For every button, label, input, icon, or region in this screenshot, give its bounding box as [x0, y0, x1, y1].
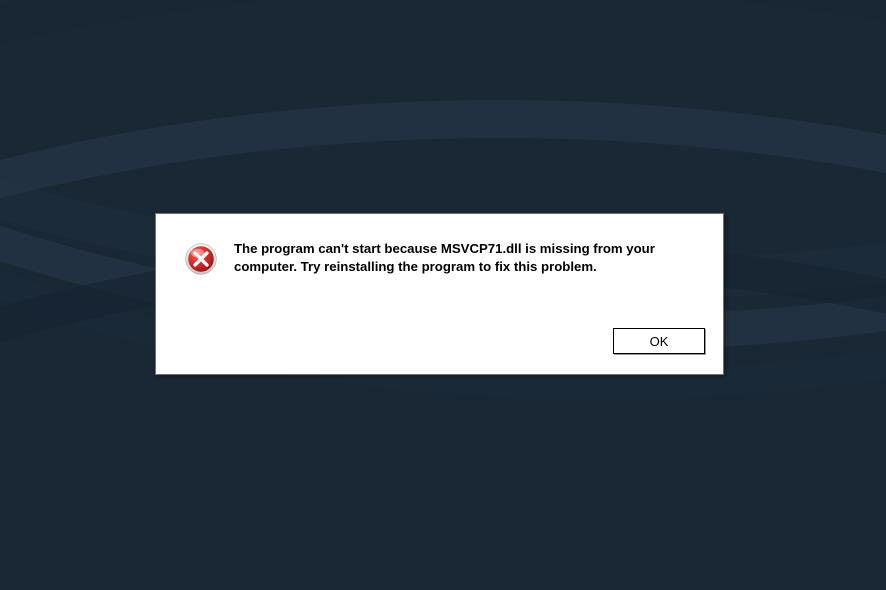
dialog-footer: OK [156, 328, 723, 374]
error-message: The program can't start because MSVCP71.… [234, 240, 655, 277]
dialog-body: The program can't start because MSVCP71.… [156, 214, 723, 328]
error-message-line1: The program can't start because MSVCP71.… [234, 240, 655, 258]
ok-button[interactable]: OK [613, 328, 705, 354]
error-dialog: The program can't start because MSVCP71.… [155, 213, 724, 375]
error-icon [184, 242, 218, 276]
error-message-line2: computer. Try reinstalling the program t… [234, 258, 655, 276]
